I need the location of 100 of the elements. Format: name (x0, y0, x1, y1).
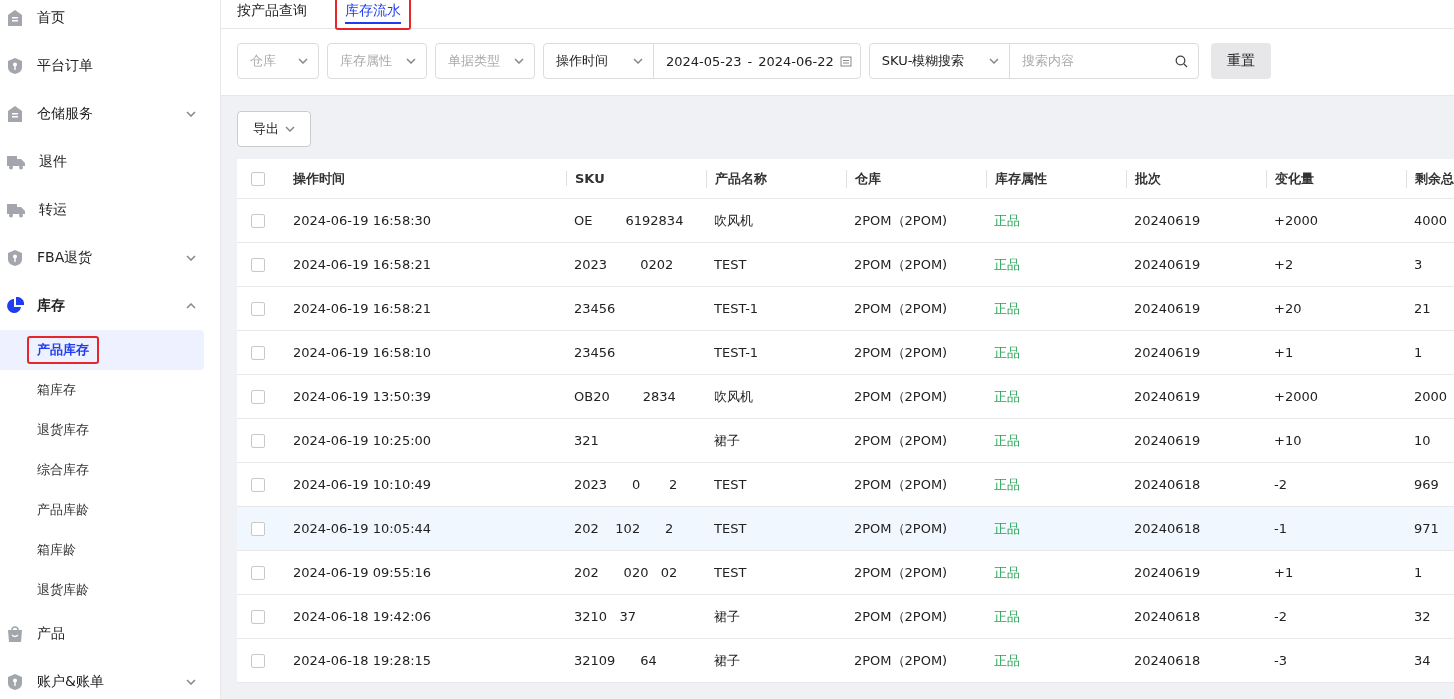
submenu-item[interactable]: 箱库存 (0, 370, 204, 410)
checkbox[interactable] (251, 301, 265, 316)
table-cell-text: 2POM（2POM) (853, 343, 949, 362)
table-cell-text: 2024-06-19 16:58:30 (292, 213, 433, 228)
table-cell-text: 23456 (573, 345, 617, 360)
column-header: SKU (566, 171, 706, 186)
column-header: 库存属性 (986, 169, 1126, 188)
table-cell-text: 2POM（2POM) (853, 255, 949, 274)
sidebar-item[interactable]: 仓储服务 (0, 90, 220, 138)
table-cell-text: 20240618 (1133, 521, 1202, 536)
table-cell-text: 969 (1413, 477, 1440, 492)
table-cell-text: +1 (1273, 565, 1295, 580)
table-cell-text: 裙子 (713, 607, 741, 626)
checkbox[interactable] (251, 521, 265, 536)
table-cell-text: 1 (1413, 345, 1424, 360)
table-cell-text: 正品 (993, 211, 1021, 230)
pie-chart-icon (6, 297, 24, 315)
chevron-down-icon (186, 255, 196, 261)
sidebar-item[interactable]: FBA退货 (0, 234, 220, 282)
search-field[interactable]: SKU-模糊搜索 搜索内容 (868, 43, 1199, 79)
submenu-item[interactable]: 退货库龄 (0, 570, 204, 610)
table-cell-text: -3 (1273, 653, 1288, 668)
column-header: 产品名称 (706, 169, 846, 188)
table-cell-text: OB20 2834 (573, 389, 677, 404)
date-range-field[interactable]: 操作时间 2024-05-23 - 2024-06-22 (543, 43, 861, 79)
export-button[interactable]: 导出 (237, 111, 311, 147)
table-cell-text: 20240619 (1133, 257, 1202, 272)
table-cell-text: 正品 (993, 255, 1021, 274)
table-cell-text: 2POM（2POM) (853, 387, 949, 406)
submenu-item[interactable]: 产品库龄 (0, 490, 204, 530)
submenu-item[interactable]: 综合库存 (0, 450, 204, 490)
sidebar-item[interactable]: 退件 (0, 138, 220, 186)
chevron-down-icon (406, 58, 416, 64)
table-cell-text: 正品 (993, 387, 1021, 406)
table-cell-text: 2POM（2POM) (853, 299, 949, 318)
table-cell-text: 裙子 (713, 651, 741, 670)
table-cell-text: TEST (713, 257, 748, 272)
column-header: 剩余总 (1406, 169, 1454, 188)
checkbox[interactable] (251, 171, 265, 186)
sidebar-item[interactable]: 首页 (0, 0, 220, 42)
table-cell-text: +20 (1273, 301, 1303, 316)
table-cell-text: 3210 37 (573, 609, 638, 624)
tab[interactable]: 按产品查询 (237, 0, 307, 24)
chevron-down-icon (514, 58, 524, 64)
table-cell-text: 裙子 (713, 431, 741, 450)
table-cell-text: +2000 (1273, 389, 1319, 404)
table-cell-text: 20240619 (1133, 433, 1202, 448)
annotation-frame: 产品库存 (27, 336, 99, 364)
table-cell-text: 正品 (993, 343, 1021, 362)
table-cell-text: 吹风机 (713, 387, 754, 406)
sidebar-item[interactable]: 产品 (0, 610, 220, 658)
table-cell-text: 2023 0 2 (573, 477, 679, 492)
table-cell-text: 2POM（2POM) (853, 519, 949, 538)
table-row[interactable]: 2024-06-19 10:05:44 202 102 2 TEST 2POM（2POM) 正品 20240618 -1 971 (237, 507, 1454, 551)
checkbox[interactable] (251, 213, 265, 228)
table-cell-text: 2024-06-19 16:58:21 (292, 257, 433, 272)
table-cell-text: 2POM（2POM) (853, 211, 949, 230)
shield-icon (6, 673, 24, 691)
table-cell-text: 20240619 (1133, 389, 1202, 404)
reset-button[interactable]: 重置 (1210, 43, 1271, 79)
chevron-down-icon (186, 111, 196, 117)
table-cell-text: +2000 (1273, 213, 1319, 228)
table-cell-text: +2 (1273, 257, 1295, 272)
table-cell-text: 正品 (993, 519, 1021, 538)
table-cell-text: 2000 (1413, 389, 1449, 404)
table-cell-text: 正品 (993, 563, 1021, 582)
table-cell-text: 2023 0202 (573, 257, 675, 272)
table-cell-text: 2024-06-18 19:42:06 (292, 609, 433, 624)
checkbox[interactable] (251, 433, 265, 448)
sidebar-item[interactable]: 平台订单 (0, 42, 220, 90)
tab[interactable]: 库存流水 (345, 0, 401, 24)
table-cell-text: TEST (713, 565, 748, 580)
checkbox[interactable] (251, 565, 265, 580)
checkbox[interactable] (251, 477, 265, 492)
column-header: 操作时间 (292, 169, 346, 188)
table-cell-text: TEST (713, 521, 748, 536)
table-cell-text: TEST-1 (713, 301, 760, 316)
table-cell-text: 202 020 02 (573, 565, 679, 580)
table-cell-text: 2POM（2POM) (853, 607, 949, 626)
submenu-item[interactable]: 产品库存 (0, 330, 204, 370)
sidebar-item[interactable]: 库存 (0, 282, 220, 330)
table-cell-text: 10 (1413, 433, 1432, 448)
table-cell-text: 2024-06-19 09:55:16 (292, 565, 433, 580)
sidebar-item[interactable]: 账户&账单 (0, 658, 220, 699)
submenu-item[interactable]: 箱库龄 (0, 530, 204, 570)
column-header: 变化量 (1266, 169, 1406, 188)
table-cell-text: +10 (1273, 433, 1303, 448)
table-cell-text: 20240619 (1133, 565, 1202, 580)
table-cell-text: 正品 (993, 607, 1021, 626)
table-cell-text: 2024-06-19 10:10:49 (292, 477, 433, 492)
sidebar-item[interactable]: 转运 (0, 186, 220, 234)
checkbox[interactable] (251, 653, 265, 668)
table-cell-text: 202 102 2 (573, 521, 675, 536)
checkbox[interactable] (251, 345, 265, 360)
table-cell-text: TEST (713, 477, 748, 492)
checkbox[interactable] (251, 257, 265, 272)
table-cell-text: 2024-06-19 16:58:10 (292, 345, 433, 360)
checkbox[interactable] (251, 389, 265, 404)
submenu-item[interactable]: 退货库存 (0, 410, 204, 450)
checkbox[interactable] (251, 609, 265, 624)
